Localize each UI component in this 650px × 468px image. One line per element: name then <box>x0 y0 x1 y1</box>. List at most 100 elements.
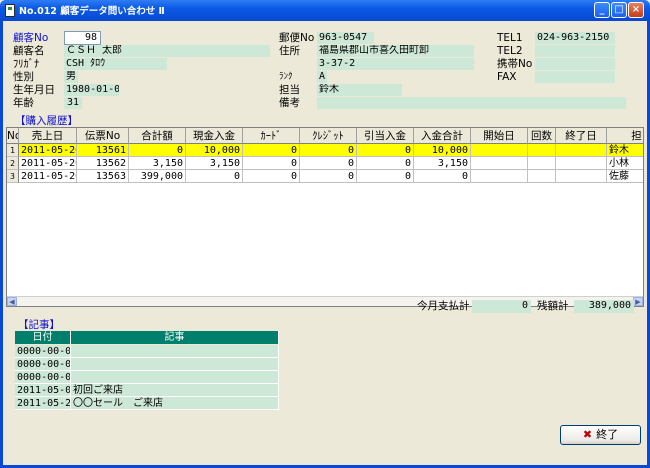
staff-label: 担当 <box>279 84 300 96</box>
name-field: ＣＳＨ 太郎 <box>64 45 270 57</box>
table-cell: 2011-05-20 <box>19 157 77 170</box>
table-cell <box>528 157 556 170</box>
x-icon: ✖ <box>582 428 593 441</box>
note-text-cell[interactable] <box>71 345 279 358</box>
notes-col-header: 記事 <box>71 331 279 344</box>
table-cell: 0 <box>186 170 243 183</box>
birthday-field: 1980-01-07 <box>64 84 119 96</box>
table-cell <box>556 157 607 170</box>
mobile-label: 携帯No <box>497 58 533 70</box>
note-text-cell[interactable] <box>71 358 279 371</box>
close-button[interactable]: ✖ 終了 <box>560 425 641 445</box>
purchase-grid[interactable]: No売上日伝票No合計額現金入金ｶｰﾄﾞｸﾚｼﾞｯﾄ引当入金入金合計開始日回数終… <box>6 127 644 307</box>
table-cell: 鈴木 <box>607 144 643 157</box>
age-field: 31 <box>64 97 82 109</box>
balance-total-field: 389,000 <box>574 300 634 313</box>
fax-field <box>535 71 615 83</box>
purchase-col-header[interactable]: No <box>7 128 19 144</box>
age-label: 年齢 <box>13 97 34 109</box>
table-cell: 佐藤 <box>607 170 643 183</box>
tel2-field <box>535 45 615 57</box>
close-button-label: 終了 <box>596 428 619 441</box>
table-cell: 0 <box>300 157 357 170</box>
maximize-icon[interactable]: □ <box>611 2 627 18</box>
table-cell: 0 <box>243 157 300 170</box>
table-cell <box>471 144 528 157</box>
table-cell: 2011-05-20 <box>19 144 77 157</box>
window-title: No.012 顧客データ問い合わせ Ⅱ <box>19 6 165 17</box>
table-cell: 13562 <box>77 157 129 170</box>
table-cell: 0 <box>243 144 300 157</box>
purchase-col-header[interactable]: 合計額 <box>129 128 186 144</box>
table-row[interactable]: 3 2011-05-20 13563 399,000 0 0 0 0 0 佐藤 <box>7 170 643 183</box>
table-cell: 13561 <box>77 144 129 157</box>
address2-field: 3-37-2 <box>317 58 474 70</box>
table-cell <box>556 144 607 157</box>
table-cell: 0 <box>414 170 471 183</box>
tel1-label: TEL1 <box>497 32 523 44</box>
note-text-cell[interactable]: 〇〇セール ご来店 <box>71 397 279 410</box>
minimize-icon[interactable]: _ <box>594 2 610 18</box>
scroll-left-icon[interactable]: ◀ <box>7 297 17 306</box>
name-label: 顧客名 <box>13 45 45 57</box>
tel1-field: 024-963-2150 <box>535 32 615 44</box>
remarks-label: 備考 <box>279 97 300 109</box>
table-cell: 399,000 <box>129 170 186 183</box>
row-number: 1 <box>7 144 19 157</box>
note-text-cell[interactable] <box>71 371 279 384</box>
purchase-col-header[interactable]: 現金入金 <box>186 128 243 144</box>
tel2-label: TEL2 <box>497 45 523 57</box>
purchase-col-header[interactable]: ｶｰﾄﾞ <box>243 128 300 144</box>
balance-total-label: 残額計 <box>537 300 569 312</box>
table-cell: 0 <box>243 170 300 183</box>
note-date-cell[interactable]: 2011-05-20 <box>15 397 71 410</box>
note-date-cell[interactable]: 0000-00-00 <box>15 345 71 358</box>
table-cell: 3,150 <box>186 157 243 170</box>
staff-field: 鈴木 <box>317 84 402 96</box>
scroll-right-icon[interactable]: ▶ <box>633 297 643 306</box>
table-cell: 3,150 <box>414 157 471 170</box>
purchase-col-header[interactable]: 開始日 <box>471 128 528 144</box>
note-text-cell[interactable]: 初回ご来店 <box>71 384 279 397</box>
close-icon[interactable]: × <box>628 2 644 18</box>
table-cell: 2011-05-20 <box>19 170 77 183</box>
customer-no-label: 顧客No <box>13 32 49 44</box>
kana-field: CSH ﾀﾛｳ <box>64 58 167 70</box>
birthday-label: 生年月日 <box>13 84 55 96</box>
kana-label: ﾌﾘｶﾞﾅ <box>13 58 40 70</box>
customer-no-field[interactable]: 98 <box>64 31 101 45</box>
table-cell: 10,000 <box>186 144 243 157</box>
rank-label: ﾗﾝｸ <box>279 72 293 82</box>
table-row[interactable]: 2 2011-05-20 13562 3,150 3,150 0 0 0 3,150 小林 <box>7 157 643 170</box>
purchase-col-header[interactable]: 伝票No <box>77 128 129 144</box>
note-date-cell[interactable]: 0000-00-00 <box>15 358 71 371</box>
note-date-cell[interactable]: 2011-05-01 <box>15 384 71 397</box>
table-cell <box>556 170 607 183</box>
table-cell: 0 <box>357 170 414 183</box>
table-cell: 0 <box>129 144 186 157</box>
notes-col-header: 日付 <box>15 331 71 344</box>
purchase-col-header[interactable]: 入金合計 <box>414 128 471 144</box>
table-cell <box>528 144 556 157</box>
note-date-cell[interactable]: 0000-00-00 <box>15 371 71 384</box>
table-cell: 0 <box>357 144 414 157</box>
purchase-section-label: 【購入履歴】 <box>15 115 78 127</box>
postal-field: 963-0547 <box>317 32 374 44</box>
notes-section-label: 【記事】 <box>18 319 60 331</box>
purchase-col-header[interactable]: 終了日 <box>556 128 607 144</box>
purchase-col-header[interactable]: ｸﾚｼﾞｯﾄ <box>300 128 357 144</box>
fax-label: FAX <box>497 71 517 83</box>
address1-field: 福島県郡山市喜久田町卸 <box>317 45 474 57</box>
table-cell: 0 <box>357 157 414 170</box>
purchase-col-header[interactable]: 引当入金 <box>357 128 414 144</box>
purchase-col-header[interactable]: 売上日 <box>19 128 77 144</box>
purchase-col-header[interactable]: 担 <box>607 128 643 144</box>
purchase-col-header[interactable]: 回数 <box>528 128 556 144</box>
mobile-field <box>535 58 615 70</box>
purchase-grid-header: No売上日伝票No合計額現金入金ｶｰﾄﾞｸﾚｼﾞｯﾄ引当入金入金合計開始日回数終… <box>7 128 643 144</box>
row-number: 2 <box>7 157 19 170</box>
table-cell <box>471 170 528 183</box>
table-row[interactable]: 1 2011-05-20 13561 0 10,000 0 0 0 10,000 鈴木 <box>7 144 643 157</box>
title-bar[interactable]: No.012 顧客データ問い合わせ Ⅱ _ □ × <box>0 0 650 21</box>
rank-field: A <box>317 71 327 83</box>
